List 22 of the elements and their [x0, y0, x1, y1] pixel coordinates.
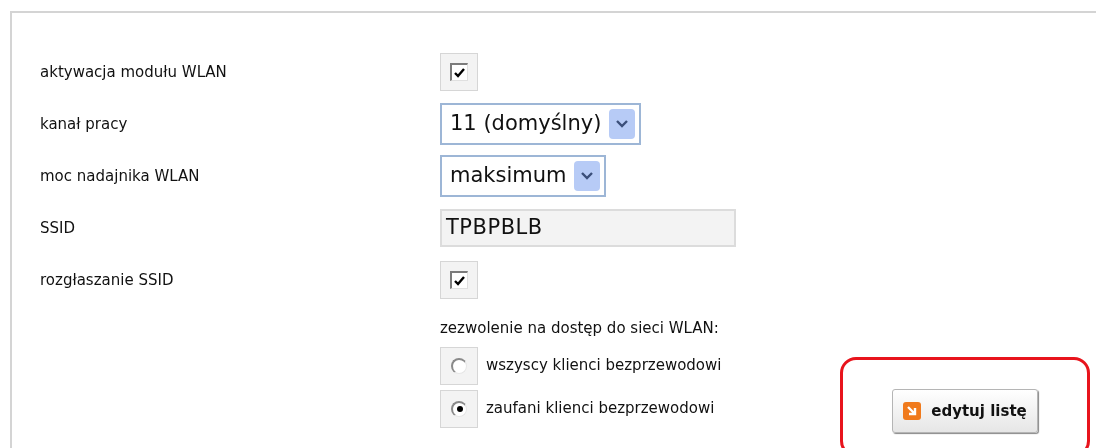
- radio-label: zaufani klienci bezprzewodowi: [486, 398, 715, 420]
- chevron-down-icon: [581, 172, 594, 180]
- checkmark-icon: [454, 275, 465, 286]
- setting-label: SSID: [40, 217, 77, 239]
- dropdown-value: 11 (domyślny): [450, 110, 602, 138]
- checkbox[interactable]: [440, 261, 478, 299]
- radio-button[interactable]: [451, 400, 467, 417]
- dropdown[interactable]: maksimum: [440, 155, 607, 197]
- ssid-field[interactable]: TPBPBLB: [440, 209, 736, 247]
- radio-label: wszyscy klienci bezprzewodowi: [486, 355, 722, 377]
- radio-button[interactable]: [451, 357, 467, 374]
- dropdown[interactable]: 11 (domyślny): [440, 103, 642, 145]
- dropdown-value: maksimum: [450, 162, 567, 190]
- setting-label: aktywacja modułu WLAN: [40, 61, 228, 83]
- access-label: zezwolenie na dostęp do sieci WLAN:: [440, 318, 720, 339]
- setting-label: rozgłaszanie SSID: [40, 269, 175, 291]
- chevron-down-icon: [616, 120, 629, 128]
- edit-list-button[interactable]: edytuj listę: [892, 389, 1038, 433]
- setting-label: moc nadajnika WLAN: [40, 165, 201, 187]
- setting-label: kanał pracy: [40, 113, 129, 135]
- checkmark-icon: [454, 67, 465, 78]
- checkbox[interactable]: [440, 53, 478, 91]
